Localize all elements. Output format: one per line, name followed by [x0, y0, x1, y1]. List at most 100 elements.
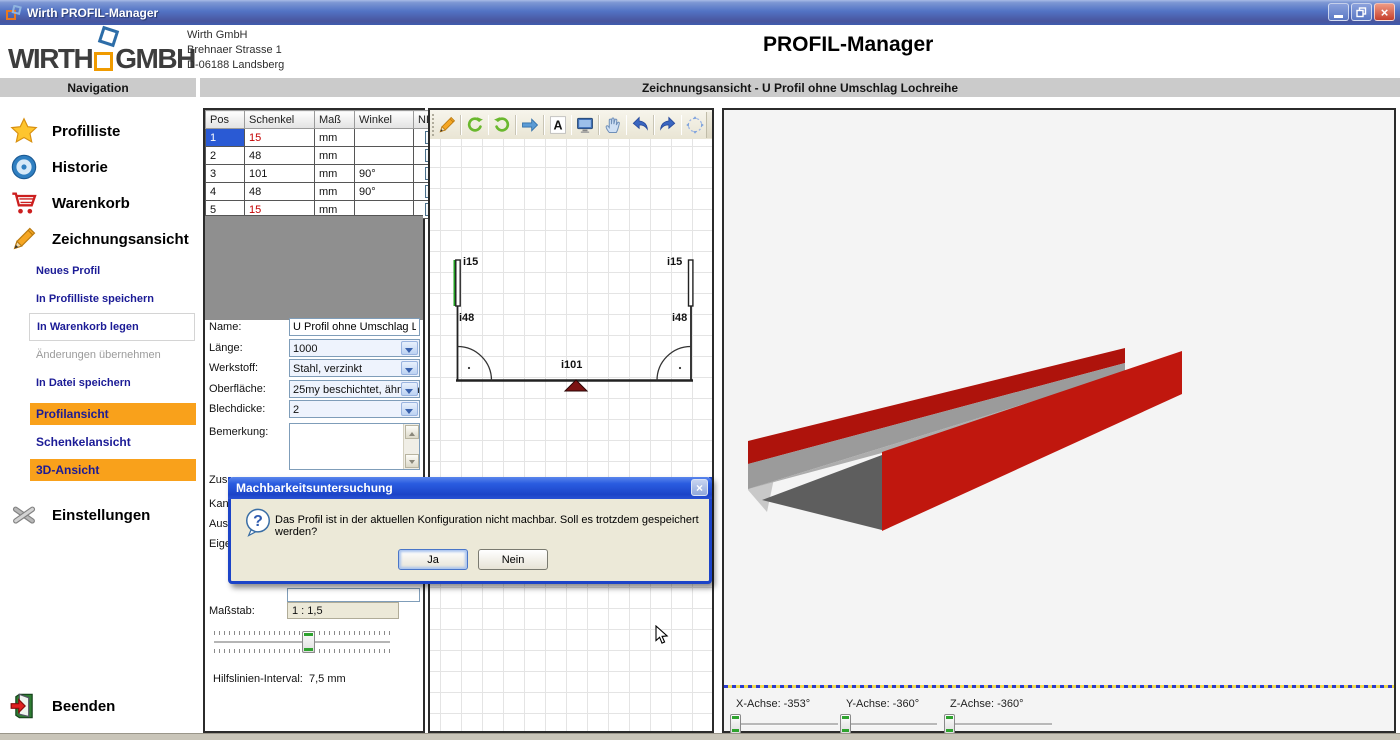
werkstoff-value: Stahl, verzinkt — [290, 360, 419, 375]
z-axis-slider-thumb[interactable] — [944, 714, 955, 734]
sidebar-item-einstellungen[interactable]: Einstellungen — [0, 497, 200, 533]
nein-button[interactable]: Nein — [478, 549, 548, 570]
cell-winkel[interactable]: 90° — [355, 183, 414, 201]
window-titlebar[interactable]: Wirth PROFIL-Manager × — [0, 0, 1400, 25]
hidden-form-label: Zus — [209, 474, 227, 486]
cell-mass[interactable]: mm — [315, 183, 355, 201]
cell-winkel[interactable]: 90° — [355, 165, 414, 183]
sidebar-item-in-warenkorb-legen[interactable]: In Warenkorb legen — [29, 313, 195, 341]
column-header-schenkel[interactable]: Schenkel — [245, 111, 315, 129]
name-row: Name: — [205, 318, 423, 338]
scrollbar[interactable] — [403, 424, 419, 469]
werkstoff-select[interactable]: Stahl, verzinkt — [289, 359, 420, 377]
blechdicke-select[interactable]: 2 — [289, 400, 420, 418]
drawing-panel: A i15 i15 i48 i48 i101 — [428, 108, 714, 733]
table-empty-area — [205, 215, 423, 320]
table-row: 448mm90° — [206, 183, 449, 201]
laenge-value: 1000 — [290, 340, 419, 355]
massstab-label: Maßstab: — [209, 605, 255, 617]
cell-mass[interactable]: mm — [315, 165, 355, 183]
pencil-icon — [10, 225, 38, 253]
x-axis-slider-thumb[interactable] — [730, 714, 741, 734]
sidebar-item-historie[interactable]: Historie — [0, 149, 200, 185]
cell-winkel[interactable] — [355, 129, 414, 147]
name-input[interactable] — [289, 318, 420, 336]
cart-icon — [10, 189, 38, 217]
dialog-title: Machbarkeitsuntersuchung — [236, 481, 393, 495]
dim-label-48-right: i48 — [672, 312, 687, 324]
sidebar-item-in-datei-speichern[interactable]: In Datei speichern — [0, 369, 200, 397]
column-header-winkel[interactable]: Winkel — [355, 111, 414, 129]
restore-button[interactable] — [1351, 3, 1372, 21]
sidebar-item-label: Änderungen übernehmen — [36, 349, 161, 361]
sidebar-item-zeichnungsansicht[interactable]: Zeichnungsansicht — [0, 221, 200, 257]
navigation-header: Navigation — [0, 78, 196, 97]
cell-schenkel[interactable]: 101 — [245, 165, 315, 183]
chevron-down-icon[interactable] — [401, 361, 418, 375]
segments-table: PosSchenkelMaßWinkelNL 115mm248mm3101mm9… — [205, 110, 449, 219]
y-axis-label: Y-Achse: -360° — [846, 698, 919, 710]
dim-label-15-left: i15 — [463, 256, 478, 268]
cell-pos[interactable]: 2 — [206, 147, 245, 165]
chevron-down-icon[interactable] — [401, 341, 418, 355]
app-logo-icon — [6, 5, 22, 21]
laenge-select[interactable]: 1000 — [289, 339, 420, 357]
name-label: Name: — [209, 321, 241, 333]
dialog-titlebar[interactable]: Machbarkeitsuntersuchung × — [228, 477, 712, 499]
bemerkung-textarea[interactable] — [289, 423, 420, 470]
column-header-ma[interactable]: Maß — [315, 111, 355, 129]
cell-winkel[interactable] — [355, 147, 414, 165]
cell-schenkel[interactable]: 48 — [245, 183, 315, 201]
y-axis-slider-thumb[interactable] — [840, 714, 851, 734]
column-header-pos[interactable]: Pos — [206, 111, 245, 129]
cell-schenkel[interactable]: 48 — [245, 147, 315, 165]
bemerkung-row: Bemerkung: — [205, 423, 423, 473]
chevron-down-icon[interactable] — [401, 382, 418, 396]
oberflaeche-select[interactable]: 25my beschichtet, ähnlich — [289, 380, 420, 398]
cell-mass[interactable]: mm — [315, 147, 355, 165]
profile-data-panel: PosSchenkelMaßWinkelNL 115mm248mm3101mm9… — [203, 108, 425, 733]
x-axis-slider-track[interactable] — [730, 723, 838, 726]
blechdicke-label: Blechdicke: — [209, 403, 265, 415]
ja-button[interactable]: Ja — [398, 549, 468, 570]
close-button[interactable]: × — [1374, 3, 1395, 21]
sidebar-item-3d-ansicht[interactable]: 3D-Ansicht — [30, 459, 196, 481]
cell-pos[interactable]: 1 — [206, 129, 245, 147]
cell-pos[interactable]: 3 — [206, 165, 245, 183]
table-row: 3101mm90° — [206, 165, 449, 183]
y-axis-slider-track[interactable] — [840, 723, 937, 726]
sidebar-item-beenden[interactable]: Beenden — [0, 688, 200, 724]
partially-hidden-field[interactable] — [287, 588, 420, 602]
minimize-button[interactable] — [1328, 3, 1349, 21]
sidebar-item-warenkorb[interactable]: Warenkorb — [0, 185, 200, 221]
sidebar-item-label: Neues Profil — [36, 265, 100, 277]
z-axis-slider-track[interactable] — [944, 723, 1052, 726]
cell-pos[interactable]: 4 — [206, 183, 245, 201]
sidebar-item-profilliste[interactable]: Profilliste — [0, 113, 200, 149]
scroll-down-icon[interactable] — [405, 454, 419, 468]
scroll-up-icon[interactable] — [405, 425, 419, 439]
dialog-message: Das Profil ist in der aktuellen Konfigur… — [275, 514, 705, 538]
sidebar-item-profilansicht[interactable]: Profilansicht — [30, 403, 196, 425]
cell-schenkel[interactable]: 15 — [245, 129, 315, 147]
dialog-close-icon[interactable]: × — [691, 479, 708, 496]
dim-label-101-bottom: i101 — [561, 359, 582, 371]
cell-mass[interactable]: mm — [315, 129, 355, 147]
view-title-bar: Zeichnungsansicht - U Profil ohne Umschl… — [200, 78, 1400, 97]
sidebar-item-neues-profil[interactable]: Neues Profil — [0, 257, 200, 285]
sidebar-item-label: In Profilliste speichern — [36, 293, 154, 305]
dim-label-15-right: i15 — [667, 256, 682, 268]
sidebar-item-schenkelansicht[interactable]: Schenkelansicht — [30, 431, 196, 453]
sidebar-item-in-profilliste-speichern[interactable]: In Profilliste speichern — [0, 285, 200, 313]
sidebar-item-label: Zeichnungsansicht — [52, 231, 189, 248]
viewport-focus-border — [724, 685, 1394, 688]
chevron-down-icon[interactable] — [401, 402, 418, 416]
zoom-slider-thumb[interactable] — [302, 631, 315, 653]
viewer-3d-panel: X-Achse: -353°Y-Achse: -360°Z-Achse: -36… — [722, 108, 1396, 733]
sidebar-item-label: Schenkelansicht — [36, 435, 131, 449]
hilfslinien-label: Hilfslinien-Interval: — [213, 673, 303, 685]
werkstoff-row: Werkstoff: Stahl, verzinkt — [205, 359, 423, 379]
profil-manager-window: Wirth PROFIL-Manager × WIRTH GMBH Wirth … — [0, 0, 1400, 740]
profile-3d-view[interactable] — [724, 110, 1394, 685]
profile-drawing[interactable] — [430, 110, 712, 731]
